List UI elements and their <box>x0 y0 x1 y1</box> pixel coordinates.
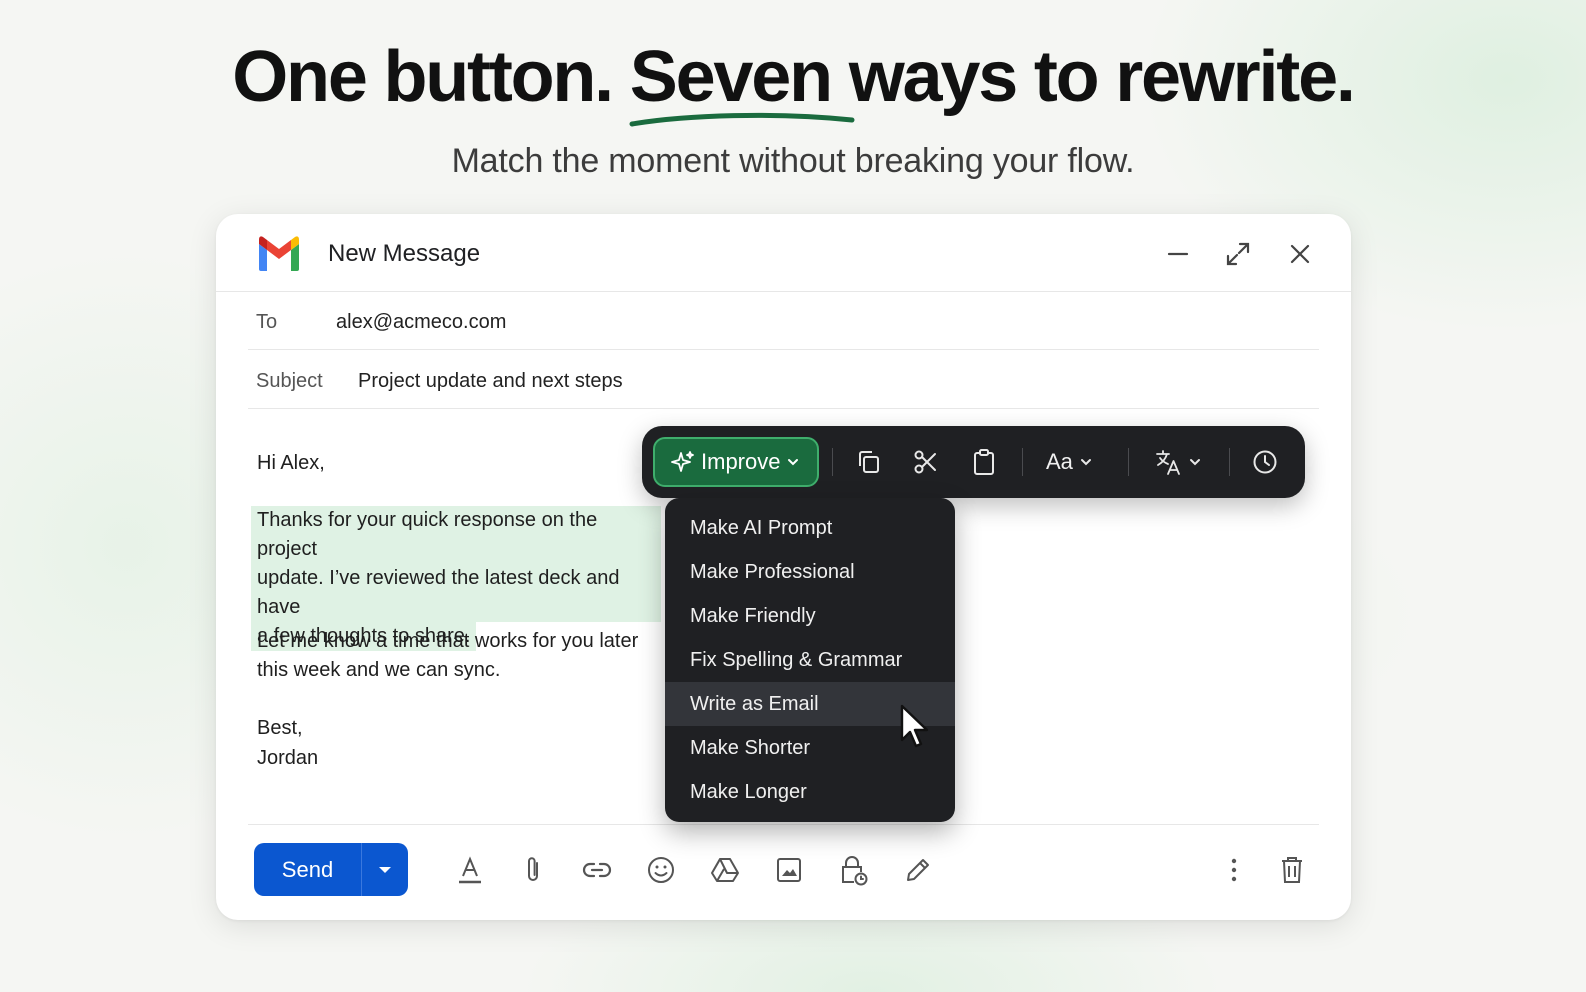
discard-button[interactable] <box>1274 852 1310 888</box>
signature-button[interactable] <box>900 852 936 888</box>
attach-icon <box>528 857 538 881</box>
minimize-icon <box>1167 252 1189 256</box>
caret-down-icon <box>379 866 391 873</box>
link-icon <box>582 862 612 878</box>
ai-toolbar: Improve Aa <box>642 426 1305 498</box>
clock-icon <box>1253 450 1277 474</box>
to-label: To <box>256 311 278 333</box>
menu-item-make-ai-prompt[interactable]: Make AI Prompt <box>665 506 955 550</box>
drive-button[interactable] <box>707 852 743 888</box>
expand-button[interactable] <box>1220 236 1256 272</box>
history-button[interactable] <box>1252 446 1278 478</box>
more-vert-icon <box>1231 858 1237 882</box>
insert-image-button[interactable] <box>771 852 807 888</box>
toolbar-divider <box>1022 448 1023 476</box>
cut-button[interactable] <box>913 446 939 478</box>
confidential-mode-button[interactable] <box>835 852 871 888</box>
email-signature[interactable]: Jordan <box>257 744 318 773</box>
toolbar-divider <box>1128 448 1129 476</box>
copy-icon <box>859 451 879 473</box>
link-button[interactable] <box>579 852 615 888</box>
lock-clock-icon <box>842 856 868 886</box>
email-paragraph[interactable]: Let me know a time that works for you la… <box>257 627 638 685</box>
underline-swoosh-icon <box>629 112 855 127</box>
selected-text-line: update. I’ve reviewed the latest deck an… <box>251 564 661 622</box>
send-button-group: Send <box>254 843 408 896</box>
translate-button[interactable] <box>1154 446 1202 478</box>
subtitle: Match the moment without breaking your f… <box>451 142 1135 180</box>
headline-highlight-text: Seven <box>629 37 833 117</box>
menu-item-fix-spelling-grammar[interactable]: Fix Spelling & Grammar <box>665 638 955 682</box>
more-options-button[interactable] <box>1216 852 1252 888</box>
copy-button[interactable] <box>856 446 882 478</box>
email-signoff[interactable]: Best, <box>257 714 303 743</box>
paste-button[interactable] <box>971 446 997 478</box>
to-value[interactable]: alex@acmeco.com <box>336 311 506 334</box>
improve-label: Improve <box>701 449 781 474</box>
compose-title: New Message <box>328 240 481 267</box>
clipboard-icon <box>974 449 994 475</box>
menu-item-make-professional[interactable]: Make Professional <box>665 550 955 594</box>
paragraph-line: Let me know a time that works for you la… <box>257 630 639 652</box>
emoji-button[interactable] <box>643 852 679 888</box>
selected-text-line: Thanks for your quick response on the pr… <box>251 506 661 564</box>
headline-part2: ways to rewrite. <box>830 37 1356 117</box>
toolbar-divider <box>832 448 833 476</box>
sparkle-icon <box>671 451 694 472</box>
improve-button[interactable]: Improve <box>653 437 819 487</box>
menu-item-make-friendly[interactable]: Make Friendly <box>665 594 955 638</box>
drive-icon <box>711 858 739 882</box>
subject-field-row[interactable]: Subject Project update and next steps <box>248 351 1319 409</box>
chevron-down-icon <box>1190 459 1200 466</box>
mouse-cursor-icon <box>900 704 929 748</box>
formatting-button[interactable] <box>452 852 488 888</box>
to-field-row[interactable]: To alex@acmeco.com <box>248 292 1319 350</box>
gmail-logo-icon <box>259 236 299 271</box>
email-greeting[interactable]: Hi Alex, <box>257 449 325 478</box>
font-style-button[interactable]: Aa <box>1046 446 1093 478</box>
menu-item-make-longer[interactable]: Make Longer <box>665 770 955 814</box>
font-style-label: Aa <box>1046 449 1073 474</box>
close-icon <box>1290 244 1310 264</box>
send-options-button[interactable] <box>362 843 408 896</box>
headline-highlight: Seven <box>629 36 855 127</box>
translate-icon <box>1156 450 1180 475</box>
subject-label: Subject <box>256 370 323 392</box>
chevron-down-icon <box>1080 459 1091 466</box>
pen-icon <box>907 859 929 881</box>
subject-value[interactable]: Project update and next steps <box>358 370 623 393</box>
attach-button[interactable] <box>515 852 551 888</box>
send-button[interactable]: Send <box>254 843 361 896</box>
trash-icon <box>1282 857 1302 883</box>
minimize-button[interactable] <box>1160 236 1196 272</box>
headline-part1: One button. <box>232 37 630 117</box>
expand-icon <box>1226 242 1250 266</box>
image-icon <box>777 858 801 882</box>
compose-header: New Message <box>216 214 1351 292</box>
scissors-icon <box>914 450 936 474</box>
chevron-down-icon <box>788 459 799 466</box>
improve-menu: Make AI Prompt Make Professional Make Fr… <box>665 498 955 822</box>
emoji-icon <box>648 857 674 883</box>
toolbar-divider <box>1229 448 1230 476</box>
close-button[interactable] <box>1282 236 1318 272</box>
headline: One button. Seven ways to rewrite. <box>0 36 1586 127</box>
paragraph-line: this week and we can sync. <box>257 659 501 681</box>
footer-divider <box>248 824 1319 825</box>
text-format-icon <box>459 856 481 884</box>
